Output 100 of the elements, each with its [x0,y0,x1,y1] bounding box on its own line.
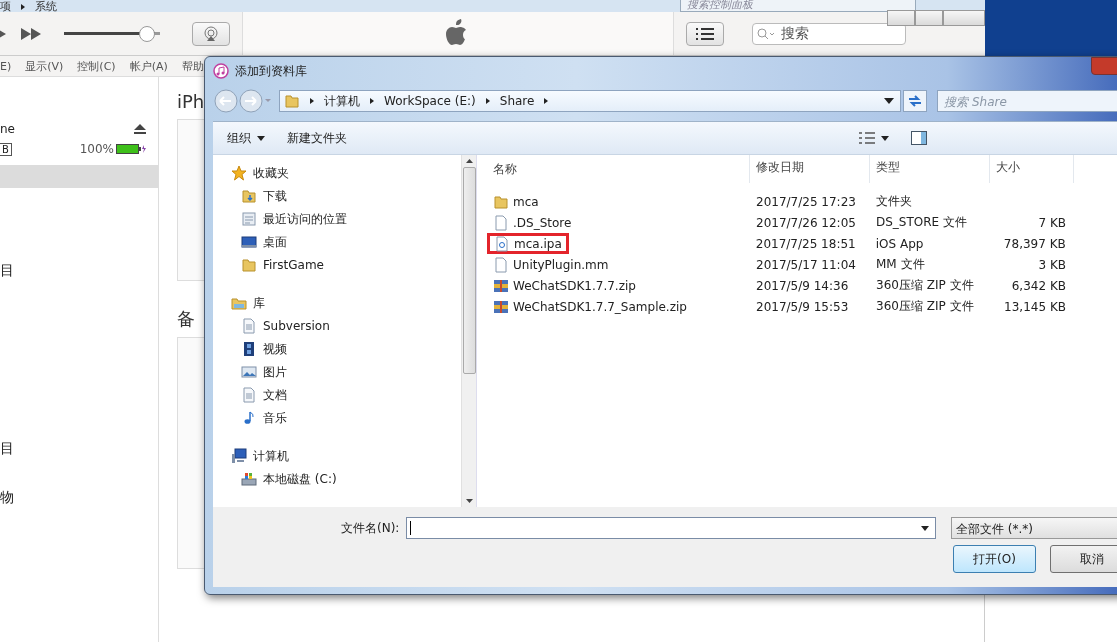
nav-item[interactable]: 库 [231,295,265,311]
nav-item[interactable]: 最近访问的位置 [241,211,347,227]
minimize-button[interactable] [887,10,915,26]
close-button[interactable] [943,10,985,26]
fast-forward-icon[interactable] [20,26,42,41]
sidebar-item[interactable]: 目 [0,259,158,282]
list-icon [696,27,714,40]
nav-item[interactable]: 文档 [241,387,287,403]
music-note-icon [213,63,229,79]
file-row[interactable]: UnityPlugin.mm 2017/5/17 11:04 MM 文件 3 KB [487,254,1117,275]
folder-icon [493,193,509,210]
file-row[interactable]: .DS_Store 2017/7/26 12:05 DS_STORE 文件 7 KB [487,212,1117,233]
file-row[interactable]: WeChatSDK1.7.7_Sample.zip 2017/5/9 15:53 360压缩 ZIP 文件 13,145 KB [487,296,1117,317]
new-folder-button[interactable]: 新建文件夹 [281,127,353,149]
blank-file-icon [493,256,509,273]
chevron-icon [19,2,27,11]
breadcrumb-item[interactable]: 项 [0,1,11,12]
battery-percent: 100% [79,142,114,156]
column-header[interactable]: 类型 [870,155,990,183]
chevron-icon [483,97,492,105]
music-note-icon [241,410,257,426]
cancel-button[interactable]: 取消 [1050,545,1117,573]
folder-icon [241,257,257,273]
list-view-button[interactable] [686,21,724,46]
monitor-icon [241,234,257,250]
nav-item[interactable]: 下载 [241,188,287,204]
chevron-icon [308,97,316,105]
section-title: iPh [177,91,205,113]
nav-item[interactable]: 收藏夹 [231,165,289,181]
field-label: 文件名(N): [341,519,401,537]
app-file-icon [494,235,510,252]
nav-item[interactable]: 本地磁盘 (C:) [241,471,337,487]
document-icon [241,211,257,227]
drive-icon [241,471,257,487]
column-header[interactable]: 修改日期 [750,155,870,183]
battery-icon [116,144,146,154]
scrollbar[interactable] [461,155,476,507]
file-row[interactable]: mca 2017/7/25 17:23 文件夹 [487,191,1117,212]
refresh-button[interactable] [903,90,928,112]
column-header[interactable]: 大小 [990,155,1074,183]
computer-icon [231,448,247,464]
nav-item[interactable]: 视频 [241,341,287,357]
folder-icon [241,188,257,204]
path-segment[interactable]: 计算机 [324,92,360,110]
file-name-field[interactable] [406,517,936,539]
view-list-icon [859,132,875,144]
nav-item[interactable]: 桌面 [241,234,287,250]
organize-menu-button[interactable]: 组织 [221,127,271,149]
film-icon [241,341,257,357]
picture-icon [241,364,257,380]
search-icon [757,27,777,40]
caret-icon [881,135,889,141]
document-icon [241,387,257,403]
scroll-down-icon [465,499,473,503]
file-type-dropdown[interactable]: 全部文件 (*.*) [951,517,1117,539]
airplay-icon [203,25,219,42]
sidebar-item[interactable]: 物 [0,486,158,509]
star-icon [231,165,247,181]
back-forward-icon[interactable] [213,89,271,113]
nav-item[interactable]: FirstGame [241,257,324,273]
caret-icon [257,135,265,141]
dropdown-arrow-icon [921,525,929,531]
archive-icon [493,277,509,294]
scroll-up-icon [465,159,473,163]
menu-item[interactable]: E) [0,59,12,73]
dropdown-arrow-icon[interactable] [884,98,895,104]
menu-item[interactable]: 显示(V) [25,58,64,74]
nav-item[interactable]: 图片 [241,364,287,380]
address-bar[interactable]: 计算机 WorkSpace (E:) Share [279,90,902,112]
sidebar-item[interactable]: 目 [0,437,158,460]
column-header[interactable]: 名称 [487,155,750,183]
file-row[interactable]: mca.ipa 2017/7/25 18:51 iOS App 78,397 KB [487,233,1117,254]
open-button[interactable]: 打开(O) [953,545,1036,573]
search-field[interactable]: 搜索 [752,22,906,45]
scrollbar-thumb[interactable] [462,167,476,374]
breadcrumb-item[interactable]: 系统 [35,1,57,12]
refresh-icon [907,94,924,108]
dialog-title: 添加到资料库 [235,62,307,80]
nav-item[interactable]: 计算机 [231,448,289,464]
archive-icon [493,298,509,315]
device-name: ne [0,122,15,136]
airplay-button[interactable] [192,21,230,46]
document-icon [241,318,257,334]
folder-icon [284,93,300,109]
path-segment[interactable]: Share [499,94,535,108]
blank-file-icon [493,214,509,231]
folder-icon [231,295,247,311]
menu-item[interactable]: 帮助 [181,58,204,74]
chevron-icon [368,97,376,105]
menu-item[interactable]: 控制(C) [77,58,116,74]
path-segment[interactable]: WorkSpace (E:) [384,94,476,108]
menu-item[interactable]: 帐户(A) [129,58,168,74]
maximize-button[interactable] [915,10,943,26]
file-row[interactable]: WeChatSDK1.7.7.zip 2017/5/9 14:36 360压缩 ZIP 文件 6,342 KB [487,275,1117,296]
nav-item[interactable]: 音乐 [241,410,287,426]
section-title: 备 [177,307,195,329]
capacity-badge: B [0,142,12,156]
preview-pane-icon [911,131,927,145]
eject-icon[interactable] [134,124,146,134]
nav-item[interactable]: Subversion [241,318,330,334]
